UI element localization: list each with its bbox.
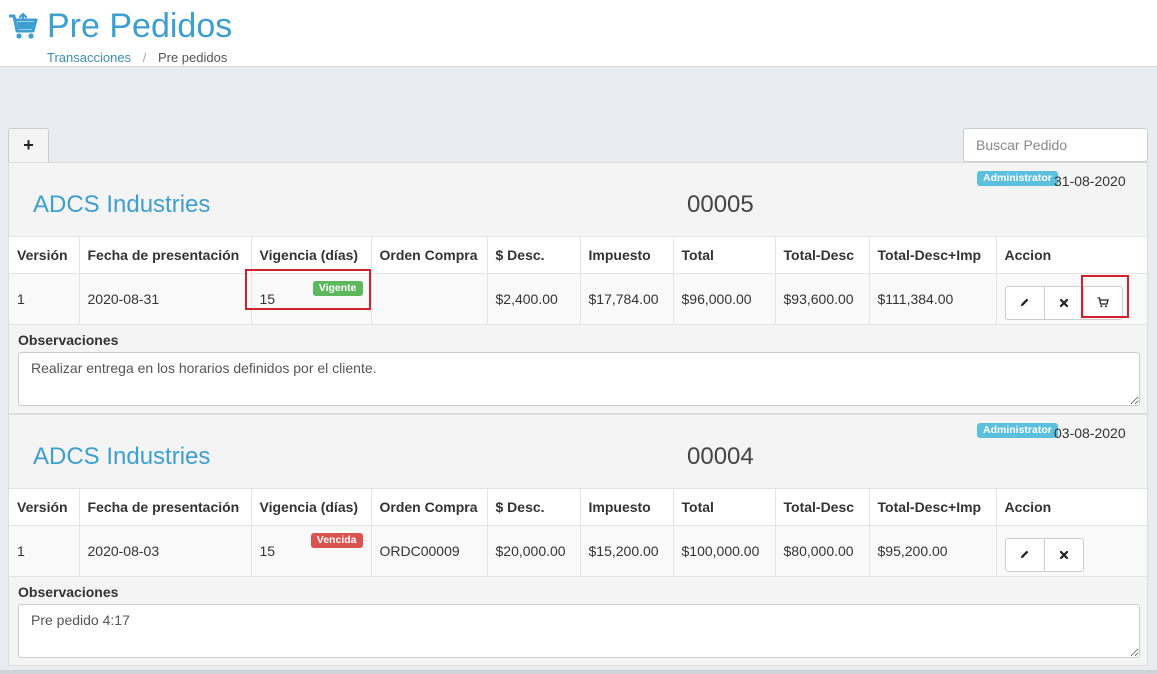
delete-button[interactable] (1043, 285, 1084, 320)
cell-version: 1 (9, 273, 80, 325)
column-header: Total-Desc (774, 488, 870, 526)
column-header: Impuesto (579, 488, 674, 526)
cart-icon (1097, 297, 1109, 308)
edit-button[interactable] (1004, 285, 1045, 320)
pencil-icon (1020, 550, 1029, 559)
table-row: 1 2020-08-03 15 Vencida ORDC00009 $20,00… (9, 525, 1147, 577)
column-header: Accion (995, 488, 1147, 526)
cell-total-desc-imp: $95,200.00 (868, 525, 997, 577)
column-header: Versión (9, 488, 80, 526)
action-button-group (1004, 285, 1123, 320)
cell-total: $100,000.00 (672, 525, 776, 577)
column-header: Vigencia (días) (250, 488, 372, 526)
column-header: Vigencia (días) (250, 236, 372, 274)
cell-desc: $2,400.00 (486, 273, 581, 325)
cell-version: 1 (9, 525, 80, 577)
column-header: Orden Compra (370, 488, 488, 526)
order-card: Administrator 31-08-2020 ADCS Industries… (8, 162, 1148, 414)
column-header: Total-Desc (774, 236, 870, 274)
observations-textarea[interactable]: Pre pedido 4:17 (18, 604, 1140, 658)
order-number: 00005 (687, 191, 754, 218)
column-header: Total (672, 488, 776, 526)
cell-fecha: 2020-08-31 (78, 273, 252, 325)
table-header-row: Versión Fecha de presentación Vigencia (… (9, 488, 1147, 526)
page-title-row: Pre Pedidos (8, 6, 232, 46)
bottom-border (0, 670, 1157, 674)
times-icon (1059, 298, 1068, 307)
breadcrumb: Transacciones / Pre pedidos (47, 50, 227, 65)
cell-total-desc: $93,600.00 (774, 273, 870, 325)
vigencia-days: 15 (259, 543, 276, 559)
user-badge: Administrator (977, 171, 1058, 186)
search-input[interactable] (963, 128, 1148, 162)
edit-button[interactable] (1004, 537, 1045, 572)
cell-total-desc: $80,000.00 (774, 525, 870, 577)
cell-actions (995, 525, 1147, 577)
client-name: ADCS Industries (33, 443, 211, 470)
cell-total-desc-imp: $111,384.00 (868, 273, 997, 325)
column-header: Versión (9, 236, 80, 274)
order-card-header: Administrator 31-08-2020 ADCS Industries… (9, 163, 1147, 236)
table-header-row: Versión Fecha de presentación Vigencia (… (9, 236, 1147, 274)
order-number: 00004 (687, 443, 754, 470)
column-header: $ Desc. (486, 236, 581, 274)
cell-fecha: 2020-08-03 (78, 525, 252, 577)
cell-impuesto: $17,784.00 (579, 273, 674, 325)
order-date: 31-08-2020 (1054, 173, 1126, 189)
column-header: Total-Desc+Imp (868, 236, 997, 274)
observations-label: Observaciones (18, 584, 119, 600)
page-header: Pre Pedidos Transacciones / Pre pedidos (0, 0, 1157, 67)
table-row: 1 2020-08-31 15 Vigente $2,400.00 $17,78… (9, 273, 1147, 325)
cell-vigencia: 15 Vigente (250, 273, 372, 325)
delete-button[interactable] (1043, 537, 1084, 572)
order-table: Versión Fecha de presentación Vigencia (… (9, 488, 1147, 577)
cell-actions (995, 273, 1147, 325)
status-badge: Vencida (310, 533, 363, 548)
column-header: Total-Desc+Imp (868, 488, 997, 526)
breadcrumb-link-transacciones[interactable]: Transacciones (47, 50, 131, 65)
cell-impuesto: $15,200.00 (579, 525, 674, 577)
column-header: Fecha de presentación (78, 236, 252, 274)
order-table: Versión Fecha de presentación Vigencia (… (9, 236, 1147, 325)
pencil-icon (1020, 298, 1029, 307)
cell-total: $96,000.00 (672, 273, 776, 325)
column-header: Orden Compra (370, 236, 488, 274)
cell-orden-compra: ORDC00009 (370, 525, 488, 577)
observations-textarea[interactable]: Realizar entrega en los horarios definid… (18, 352, 1140, 406)
breadcrumb-separator: / (142, 50, 147, 65)
page-title: Pre Pedidos (47, 7, 233, 45)
column-header: $ Desc. (486, 488, 581, 526)
shopping-cart-icon (9, 12, 38, 39)
column-header: Impuesto (579, 236, 674, 274)
vigencia-days: 15 (259, 291, 276, 307)
observations-label: Observaciones (18, 332, 119, 348)
client-name: ADCS Industries (33, 191, 211, 218)
status-badge: Vigente (312, 281, 363, 296)
cell-orden-compra (370, 273, 488, 325)
action-button-group (1004, 537, 1084, 572)
order-card-header: Administrator 03-08-2020 ADCS Industries… (9, 415, 1147, 488)
times-icon (1059, 550, 1068, 559)
cell-desc: $20,000.00 (486, 525, 581, 577)
convert-to-order-button[interactable] (1082, 285, 1123, 320)
breadcrumb-current: Pre pedidos (157, 50, 228, 65)
add-order-button[interactable]: + (8, 128, 49, 162)
column-header: Total (672, 236, 776, 274)
column-header: Fecha de presentación (78, 488, 252, 526)
cell-vigencia: 15 Vencida (250, 525, 372, 577)
column-header: Accion (995, 236, 1147, 274)
user-badge: Administrator (977, 423, 1058, 438)
order-date: 03-08-2020 (1054, 425, 1126, 441)
order-card: Administrator 03-08-2020 ADCS Industries… (8, 414, 1148, 666)
